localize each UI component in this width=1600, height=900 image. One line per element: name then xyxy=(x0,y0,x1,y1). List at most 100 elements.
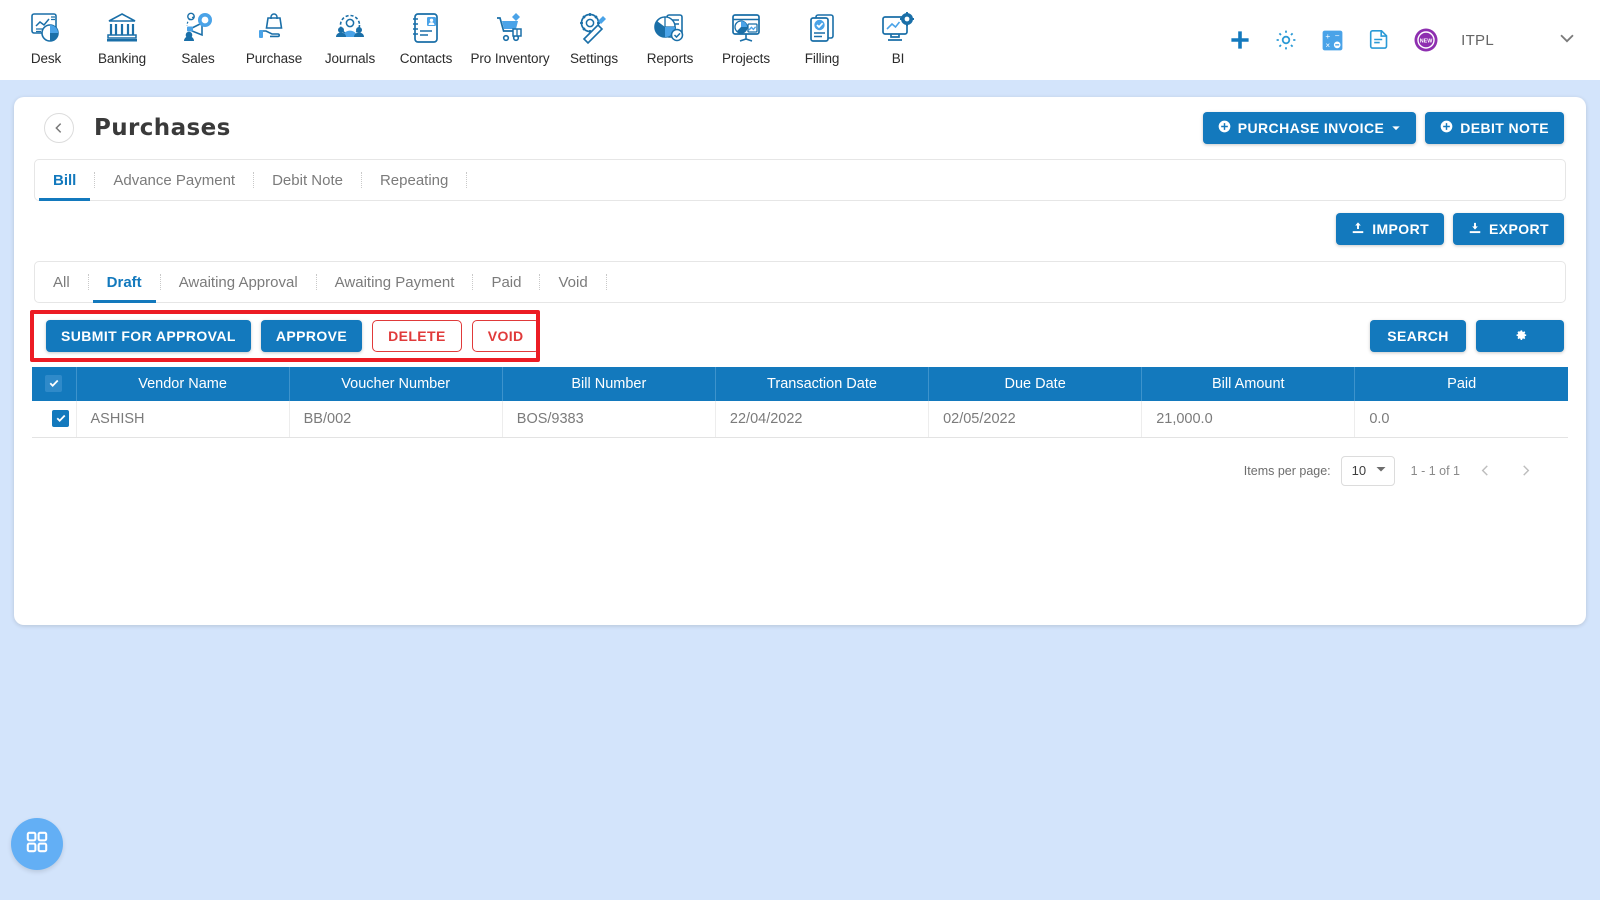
debit-note-button[interactable]: DEBIT NOTE xyxy=(1425,112,1564,144)
nav-item-reports[interactable]: Reports xyxy=(632,0,708,66)
tab-bill[interactable]: Bill xyxy=(35,160,94,201)
nav-item-contacts[interactable]: Contacts xyxy=(388,0,464,66)
column-transaction-date[interactable]: Transaction Date xyxy=(715,367,930,401)
page-range: 1 - 1 of 1 xyxy=(1410,463,1460,478)
void-button[interactable]: VOID xyxy=(471,320,540,352)
import-button[interactable]: IMPORT xyxy=(1336,213,1445,245)
import-label: IMPORT xyxy=(1372,221,1430,237)
column-paid[interactable]: Paid xyxy=(1354,367,1568,401)
approve-button[interactable]: APPROVE xyxy=(260,320,363,352)
select-all-header[interactable] xyxy=(32,367,77,401)
nav-item-label: Reports xyxy=(646,51,694,66)
row-checkbox[interactable] xyxy=(52,409,70,427)
import-export-row: IMPORT EXPORT xyxy=(32,201,1568,257)
cell-due-date: 02/05/2022 xyxy=(928,401,1143,438)
cart-boxes-icon xyxy=(490,6,530,50)
gear-icon[interactable] xyxy=(1274,28,1298,52)
apps-grid-fab[interactable] xyxy=(11,818,63,870)
svg-text:−: − xyxy=(1335,30,1340,40)
column-vendor-name[interactable]: Vendor Name xyxy=(76,367,290,401)
nav-right-tools: + − × NEW ITPL xyxy=(1228,0,1600,80)
cell-bill-amount: 21,000.0 xyxy=(1141,401,1356,438)
address-book-icon xyxy=(406,6,446,50)
chevron-left-icon[interactable] xyxy=(1470,456,1500,486)
nav-item-label: Settings xyxy=(570,51,618,66)
column-due-date[interactable]: Due Date xyxy=(928,367,1143,401)
items-per-page-select[interactable]: 10 xyxy=(1340,455,1395,486)
card-header: Purchases PURCHASE INVOICE DEBIT NOTE xyxy=(32,97,1568,159)
status-tab-all[interactable]: All xyxy=(35,262,88,302)
svg-text:NEW: NEW xyxy=(1420,38,1433,44)
hand-bag-icon xyxy=(254,6,294,50)
export-button[interactable]: EXPORT xyxy=(1453,213,1564,245)
status-tab-awaiting-payment[interactable]: Awaiting Payment xyxy=(317,262,473,302)
status-tab-void[interactable]: Void xyxy=(540,262,605,302)
purchase-invoice-button[interactable]: PURCHASE INVOICE xyxy=(1202,112,1417,144)
chevron-down-icon[interactable] xyxy=(1556,27,1578,54)
nav-item-projects[interactable]: Projects xyxy=(708,0,784,66)
nav-item-label: Projects xyxy=(722,51,770,66)
svg-text:×: × xyxy=(1326,40,1331,49)
search-button[interactable]: SEARCH xyxy=(1370,320,1466,352)
submit-for-approval-button[interactable]: SUBMIT FOR APPROVAL xyxy=(46,320,251,352)
nav-item-label: Filling xyxy=(804,51,840,66)
nav-item-pro-inventory[interactable]: Pro Inventory xyxy=(464,0,556,66)
column-voucher-number[interactable]: Voucher Number xyxy=(289,367,503,401)
add-icon[interactable] xyxy=(1228,28,1252,52)
tab-repeating[interactable]: Repeating xyxy=(362,160,466,200)
nav-item-label: Purchase xyxy=(245,51,303,66)
status-tab-paid[interactable]: Paid xyxy=(473,262,539,302)
table-body: ASHISH BB/002 BOS/9383 22/04/2022 02/05/2022… xyxy=(32,401,1568,438)
debit-note-label: DEBIT NOTE xyxy=(1460,120,1549,136)
notes-icon[interactable] xyxy=(1367,28,1391,52)
cell-voucher-number: BB/002 xyxy=(289,401,503,438)
header-actions: PURCHASE INVOICE DEBIT NOTE xyxy=(1202,112,1568,144)
nav-item-purchase[interactable]: Purchase xyxy=(236,0,312,66)
tab-advance-payment[interactable]: Advance Payment xyxy=(95,160,253,200)
column-bill-amount[interactable]: Bill Amount xyxy=(1141,367,1356,401)
bulk-actions: SUBMIT FOR APPROVAL APPROVE DELETE VOID xyxy=(32,320,540,352)
nav-item-filling[interactable]: Filling xyxy=(784,0,860,66)
tab-debit-note[interactable]: Debit Note xyxy=(254,160,361,200)
nav-item-journals[interactable]: Journals xyxy=(312,0,388,66)
nav-item-label: Pro Inventory xyxy=(470,51,550,66)
items-per-page-label: Items per page: xyxy=(1243,463,1331,478)
status-tab-awaiting-approval[interactable]: Awaiting Approval xyxy=(161,262,316,302)
nav-item-label: Journals xyxy=(324,51,376,66)
export-label: EXPORT xyxy=(1489,221,1549,237)
delete-button[interactable]: DELETE xyxy=(372,320,462,352)
chevron-right-icon[interactable] xyxy=(1510,456,1540,486)
cell-bill-number: BOS/9383 xyxy=(502,401,716,438)
plus-circle-icon xyxy=(1218,120,1231,136)
organization-name: ITPL xyxy=(1461,31,1494,49)
nav-item-settings[interactable]: Settings xyxy=(556,0,632,66)
status-tab-draft[interactable]: Draft xyxy=(89,262,160,303)
grid-settings-button[interactable] xyxy=(1476,320,1564,352)
presentation-icon xyxy=(726,6,766,50)
back-icon[interactable] xyxy=(44,113,74,143)
nav-item-banking[interactable]: Banking xyxy=(84,0,160,66)
cell-vendor-name[interactable]: ASHISH xyxy=(76,401,290,438)
status-filter-tabs: All Draft Awaiting Approval Awaiting Paymen… xyxy=(34,261,1566,303)
plus-circle-icon xyxy=(1440,120,1453,136)
row-select-cell[interactable] xyxy=(32,401,77,438)
table-header-row: Vendor Name Voucher Number Bill Number T… xyxy=(32,367,1568,401)
table-header: Vendor Name Voucher Number Bill Number T… xyxy=(32,367,1568,401)
new-badge-icon[interactable]: NEW xyxy=(1413,27,1439,53)
gear-icon xyxy=(1513,327,1528,345)
download-icon xyxy=(1468,221,1482,238)
dashboard-icon xyxy=(26,6,66,50)
bank-icon xyxy=(102,6,142,50)
nav-item-sales[interactable]: Sales xyxy=(160,0,236,66)
nav-item-bi[interactable]: BI xyxy=(860,0,936,66)
nav-item-desk[interactable]: Desk xyxy=(8,0,84,66)
svg-text:+: + xyxy=(1325,30,1330,40)
tab-separator xyxy=(466,172,468,188)
cell-paid: 0.0 xyxy=(1354,401,1568,438)
people-gear-icon xyxy=(330,6,370,50)
calculator-icon[interactable]: + − × xyxy=(1320,28,1345,53)
table-row[interactable]: ASHISH BB/002 BOS/9383 22/04/2022 02/05/2022… xyxy=(32,401,1568,438)
select-all-checkbox[interactable] xyxy=(45,374,63,392)
column-bill-number[interactable]: Bill Number xyxy=(502,367,716,401)
nav-item-label: Banking xyxy=(97,51,147,66)
